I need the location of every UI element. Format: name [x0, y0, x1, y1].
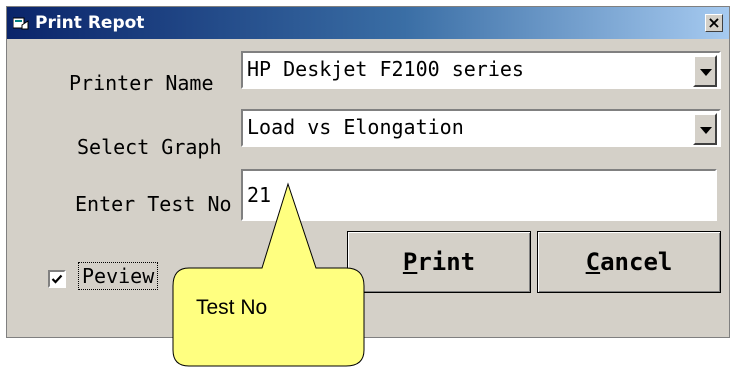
callout-text: Test No	[196, 296, 268, 319]
callout-bubble	[172, 182, 365, 367]
